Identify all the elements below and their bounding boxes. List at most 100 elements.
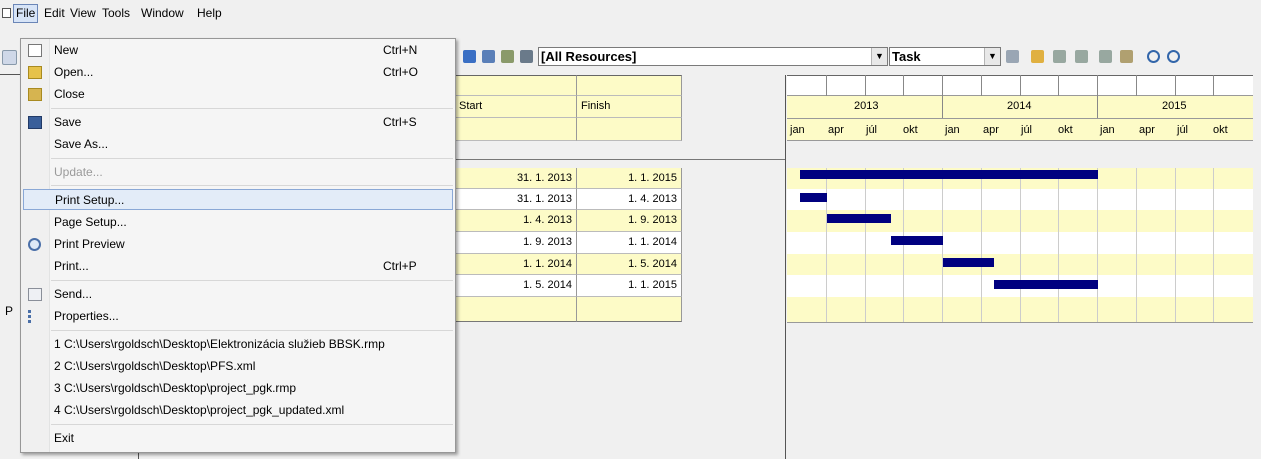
grid-line	[865, 75, 866, 96]
toolbar-new-icon[interactable]	[2, 50, 17, 65]
app-icon[interactable]	[2, 8, 11, 18]
table-cell-start[interactable]: 1. 1. 2014	[455, 254, 577, 275]
grid-line	[1097, 75, 1098, 96]
gantt-year-label: 2015	[1162, 100, 1187, 112]
menu-item-label: Send...	[54, 287, 93, 301]
year-divider	[1097, 96, 1098, 118]
unlink-tasks-icon[interactable]	[1120, 50, 1133, 63]
calendar-view-icon[interactable]	[463, 50, 476, 63]
menu-item-label: Save As...	[54, 137, 109, 151]
menu-item-label: Page Setup...	[54, 215, 127, 229]
menu-window[interactable]: Window	[139, 5, 186, 22]
outdent-icon[interactable]	[1075, 50, 1088, 63]
grid-line	[1058, 168, 1059, 322]
menu-edit[interactable]: Edit	[42, 5, 67, 22]
grid-line	[981, 75, 982, 96]
menu-item-print-preview[interactable]: Print Preview	[23, 234, 453, 255]
menu-item-label: Print Preview	[54, 237, 125, 251]
edit-task-icon[interactable]	[1031, 50, 1044, 63]
menu-item-label: 3 C:\Users\rgoldsch\Desktop\project_pgk.…	[54, 381, 297, 395]
chevron-down-icon[interactable]: ▼	[871, 48, 887, 65]
menu-item-exit[interactable]: Exit	[23, 428, 453, 449]
menu-item-open[interactable]: Open... Ctrl+O	[23, 62, 453, 83]
table-cell-finish[interactable]: 1. 4. 2013	[577, 189, 682, 210]
mail-icon	[28, 288, 42, 301]
menu-item-page-setup[interactable]: Page Setup...	[23, 212, 453, 233]
gantt-month-label: okt	[903, 124, 918, 136]
menu-help[interactable]: Help	[195, 5, 224, 22]
menu-item-save[interactable]: Save Ctrl+S	[23, 112, 453, 133]
gantt-month-label: jan	[790, 124, 805, 136]
menu-item-label: Print...	[54, 259, 89, 273]
table-cell-start[interactable]: 1. 4. 2013	[455, 210, 577, 232]
gantt-month-label: okt	[1213, 124, 1228, 136]
link-tasks-icon[interactable]	[1099, 50, 1112, 63]
column-header-start[interactable]: Start	[455, 96, 577, 118]
grid-line	[1175, 75, 1176, 96]
menu-view[interactable]: View	[68, 5, 98, 22]
menu-item-send[interactable]: Send...	[23, 284, 453, 305]
grid-line	[942, 168, 943, 322]
table-cell-start[interactable]: 31. 1. 2013	[455, 189, 577, 210]
resource-view-icon[interactable]	[501, 50, 514, 63]
menu-item-save-as[interactable]: Save As...	[23, 134, 453, 155]
gantt-bar[interactable]	[994, 280, 1098, 289]
grid-line	[1020, 75, 1021, 96]
table-cell-finish[interactable]: 1. 1. 2015	[577, 275, 682, 297]
table-cell-start[interactable]: 1. 5. 2014	[455, 275, 577, 297]
gantt-bar[interactable]	[891, 236, 943, 245]
menu-separator	[51, 185, 453, 186]
menu-item-recent-file[interactable]: 3 C:\Users\rgoldsch\Desktop\project_pgk.…	[23, 378, 453, 399]
zoom-out-icon[interactable]	[1167, 50, 1180, 63]
table-cell-start[interactable]: 1. 9. 2013	[455, 232, 577, 254]
menu-item-shortcut: Ctrl+O	[383, 65, 419, 79]
menu-item-update[interactable]: Update...	[23, 162, 453, 183]
gantt-bar[interactable]	[800, 193, 827, 202]
table-cell-empty[interactable]	[577, 297, 682, 322]
menu-item-label: Close	[54, 87, 85, 101]
resources-combo[interactable]: [All Resources] ▼	[538, 47, 888, 66]
resources-combo-value: [All Resources]	[541, 49, 637, 64]
grid-line	[903, 168, 904, 322]
gantt-month-label: okt	[1058, 124, 1073, 136]
table-cell-empty[interactable]	[455, 297, 577, 322]
table-cell-finish[interactable]: 1. 1. 2015	[577, 168, 682, 189]
menu-item-recent-file[interactable]: 2 C:\Users\rgoldsch\Desktop\PFS.xml	[23, 356, 453, 377]
gantt-bar[interactable]	[943, 258, 994, 267]
gantt-month-label: jan	[945, 124, 960, 136]
open-folder-icon	[28, 66, 42, 79]
indent-icon[interactable]	[1053, 50, 1066, 63]
task-combo[interactable]: Task ▼	[889, 47, 1001, 66]
table-cell-finish[interactable]: 1. 1. 2014	[577, 232, 682, 254]
table-header-top	[577, 75, 682, 96]
menu-item-print[interactable]: Print... Ctrl+P	[23, 256, 453, 277]
task-view-icon[interactable]	[482, 50, 495, 63]
table-cell-start[interactable]: 31. 1. 2013	[455, 168, 577, 189]
table-header-bottom	[577, 118, 682, 141]
menu-item-recent-file[interactable]: 4 C:\Users\rgoldsch\Desktop\project_pgk_…	[23, 400, 453, 421]
menu-file[interactable]: File	[13, 4, 39, 23]
menu-item-label: Update...	[54, 165, 103, 179]
menu-item-print-setup[interactable]: Print Setup...	[23, 189, 453, 210]
menu-item-label: New	[54, 43, 79, 57]
filter-icon[interactable]	[1006, 50, 1019, 63]
menu-separator	[51, 108, 453, 109]
table-cell-finish[interactable]: 1. 5. 2014	[577, 254, 682, 275]
menu-item-label: Properties...	[54, 309, 119, 323]
column-header-finish[interactable]: Finish	[577, 96, 682, 118]
gantt-bar[interactable]	[827, 214, 891, 223]
chevron-down-icon[interactable]: ▼	[984, 48, 1000, 65]
grid-line	[826, 168, 827, 322]
menu-separator	[51, 280, 453, 281]
table-cell-finish[interactable]: 1. 9. 2013	[577, 210, 682, 232]
gantt-month-label: júl	[1021, 124, 1033, 136]
zoom-in-icon[interactable]	[1147, 50, 1160, 63]
menu-item-properties[interactable]: Properties...	[23, 306, 453, 327]
menu-item-new[interactable]: New Ctrl+N	[23, 40, 453, 61]
gantt-month-label: apr	[1139, 124, 1155, 136]
menu-item-close[interactable]: Close	[23, 84, 453, 105]
menu-item-recent-file[interactable]: 1 C:\Users\rgoldsch\Desktop\Elektronizác…	[23, 334, 453, 355]
network-view-icon[interactable]	[520, 50, 533, 63]
gantt-bar[interactable]	[800, 170, 1098, 179]
menu-tools[interactable]: Tools	[100, 5, 132, 22]
